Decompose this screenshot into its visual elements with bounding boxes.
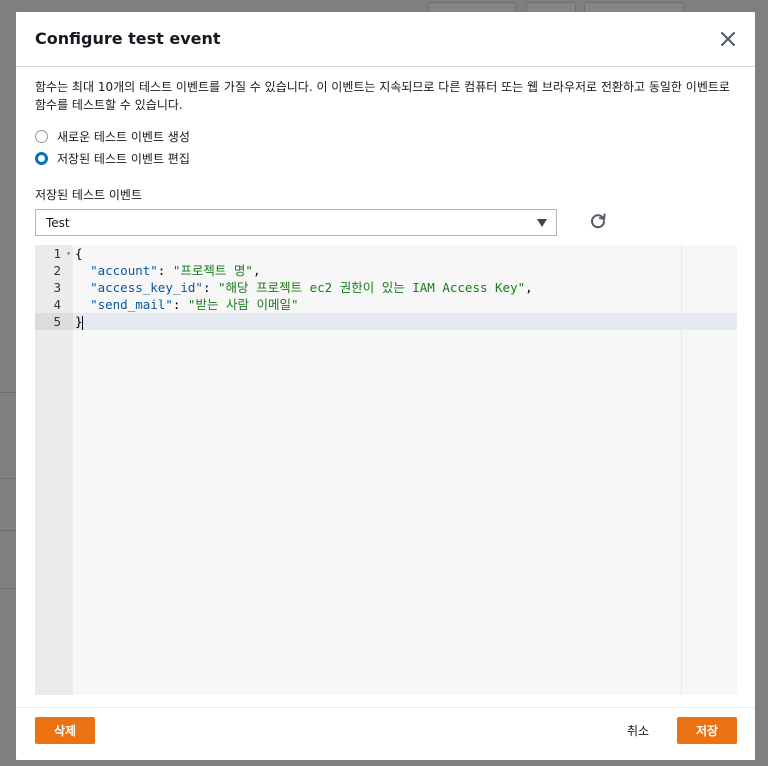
saved-event-select[interactable]: Test bbox=[35, 209, 557, 236]
save-button[interactable]: 저장 bbox=[677, 717, 737, 744]
json-key: "account" bbox=[90, 263, 158, 278]
background-divider bbox=[0, 478, 16, 479]
background-divider bbox=[0, 530, 16, 531]
json-code-editor[interactable]: 1 ▾ 2 3 4 5 { "account": "프로젝트 명", "acces… bbox=[35, 245, 737, 695]
editor-gutter: 1 ▾ 2 3 4 5 bbox=[35, 245, 73, 695]
close-button[interactable] bbox=[717, 28, 739, 50]
radio-label: 저장된 테스트 이벤트 편집 bbox=[57, 151, 190, 166]
json-value: "해당 프로젝트 ec2 권한이 있는 IAM Access Key" bbox=[218, 280, 526, 295]
modal-description: 함수는 최대 10개의 테스트 이벤트를 가질 수 있습니다. 이 이벤트는 지… bbox=[35, 80, 730, 112]
radio-edit-saved-event[interactable]: 저장된 테스트 이벤트 편집 bbox=[35, 150, 190, 166]
line-number: 1 ▾ bbox=[53, 245, 71, 262]
cancel-button[interactable]: 취소 bbox=[618, 717, 658, 744]
json-key: "send_mail" bbox=[90, 297, 173, 312]
code-line: "access_key_id": "해당 프로젝트 ec2 권한이 있는 IAM… bbox=[90, 280, 533, 295]
json-key: "access_key_id" bbox=[90, 280, 203, 295]
refresh-icon bbox=[591, 213, 606, 229]
caret-down-icon bbox=[537, 219, 547, 227]
text-cursor bbox=[81, 315, 83, 330]
configure-test-event-modal: Configure test event 함수는 최대 10개의 테스트 이벤트… bbox=[16, 12, 755, 760]
footer-divider bbox=[16, 707, 755, 708]
code-line: { bbox=[75, 246, 83, 261]
line-number: 3 bbox=[53, 280, 61, 295]
line-number: 5 bbox=[35, 313, 73, 330]
background-divider bbox=[0, 392, 16, 393]
active-line-highlight bbox=[73, 313, 737, 330]
json-value: "프로젝트 명" bbox=[172, 263, 253, 278]
refresh-button[interactable] bbox=[589, 212, 607, 230]
fold-arrow-icon[interactable]: ▾ bbox=[66, 245, 71, 262]
print-margin bbox=[681, 245, 682, 695]
json-value: "받는 사람 이메일" bbox=[187, 297, 299, 312]
code-line: "send_mail": "받는 사람 이메일" bbox=[90, 297, 299, 312]
radio-create-new-event[interactable]: 새로운 테스트 이벤트 생성 bbox=[35, 128, 190, 144]
radio-button[interactable] bbox=[35, 129, 48, 143]
delete-button[interactable]: 삭제 bbox=[35, 717, 95, 744]
radio-button-selected[interactable] bbox=[35, 151, 48, 165]
saved-event-label: 저장된 테스트 이벤트 bbox=[35, 188, 142, 202]
line-number: 2 bbox=[53, 263, 61, 278]
modal-header: Configure test event bbox=[16, 12, 755, 67]
modal-title: Configure test event bbox=[35, 29, 221, 48]
code-line: "account": "프로젝트 명", bbox=[90, 263, 261, 278]
background-divider bbox=[0, 588, 16, 589]
saved-event-value: Test bbox=[46, 216, 70, 230]
code-line: } bbox=[75, 314, 83, 330]
line-number: 4 bbox=[53, 297, 61, 312]
close-icon bbox=[721, 32, 735, 46]
radio-label: 새로운 테스트 이벤트 생성 bbox=[57, 129, 190, 144]
